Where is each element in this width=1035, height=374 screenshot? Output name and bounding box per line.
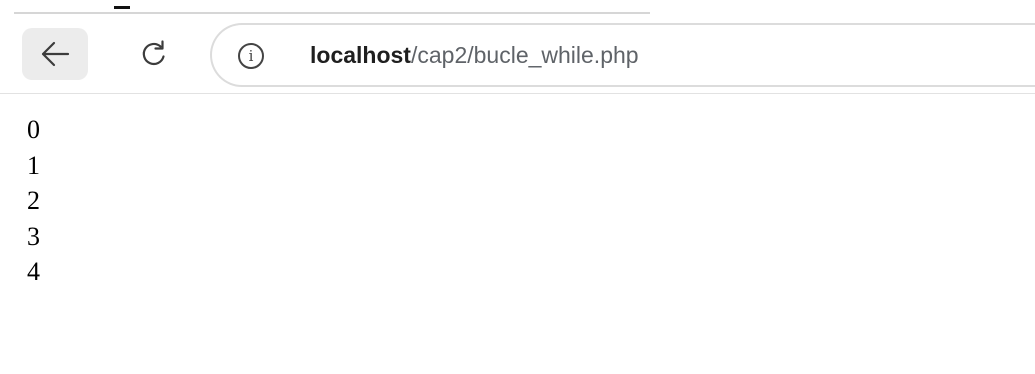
browser-window: i localhost/cap2/bucle_while.php 0 1 2 3… [0, 0, 1035, 374]
address-bar[interactable]: i localhost/cap2/bucle_while.php [210, 23, 1035, 87]
back-button[interactable] [22, 28, 88, 80]
loop-output: 0 1 2 3 4 [27, 112, 40, 290]
output-line: 2 [27, 186, 40, 215]
info-icon[interactable]: i [238, 43, 264, 69]
tab-strip [0, 0, 1035, 14]
page-content: 0 1 2 3 4 [0, 94, 1035, 374]
url-text[interactable]: localhost/cap2/bucle_while.php [310, 40, 639, 70]
browser-toolbar: i localhost/cap2/bucle_while.php [0, 14, 1035, 94]
output-line: 1 [27, 150, 40, 180]
reload-icon [139, 39, 169, 69]
reload-button[interactable] [120, 28, 188, 80]
tab-fragment [114, 6, 130, 9]
back-arrow-icon [40, 41, 70, 67]
url-path: /cap2/bucle_while.php [410, 42, 639, 68]
url-host: localhost [310, 42, 411, 68]
output-line: 4 [27, 257, 40, 286]
output-line: 3 [27, 221, 40, 251]
output-line: 0 [27, 115, 40, 144]
